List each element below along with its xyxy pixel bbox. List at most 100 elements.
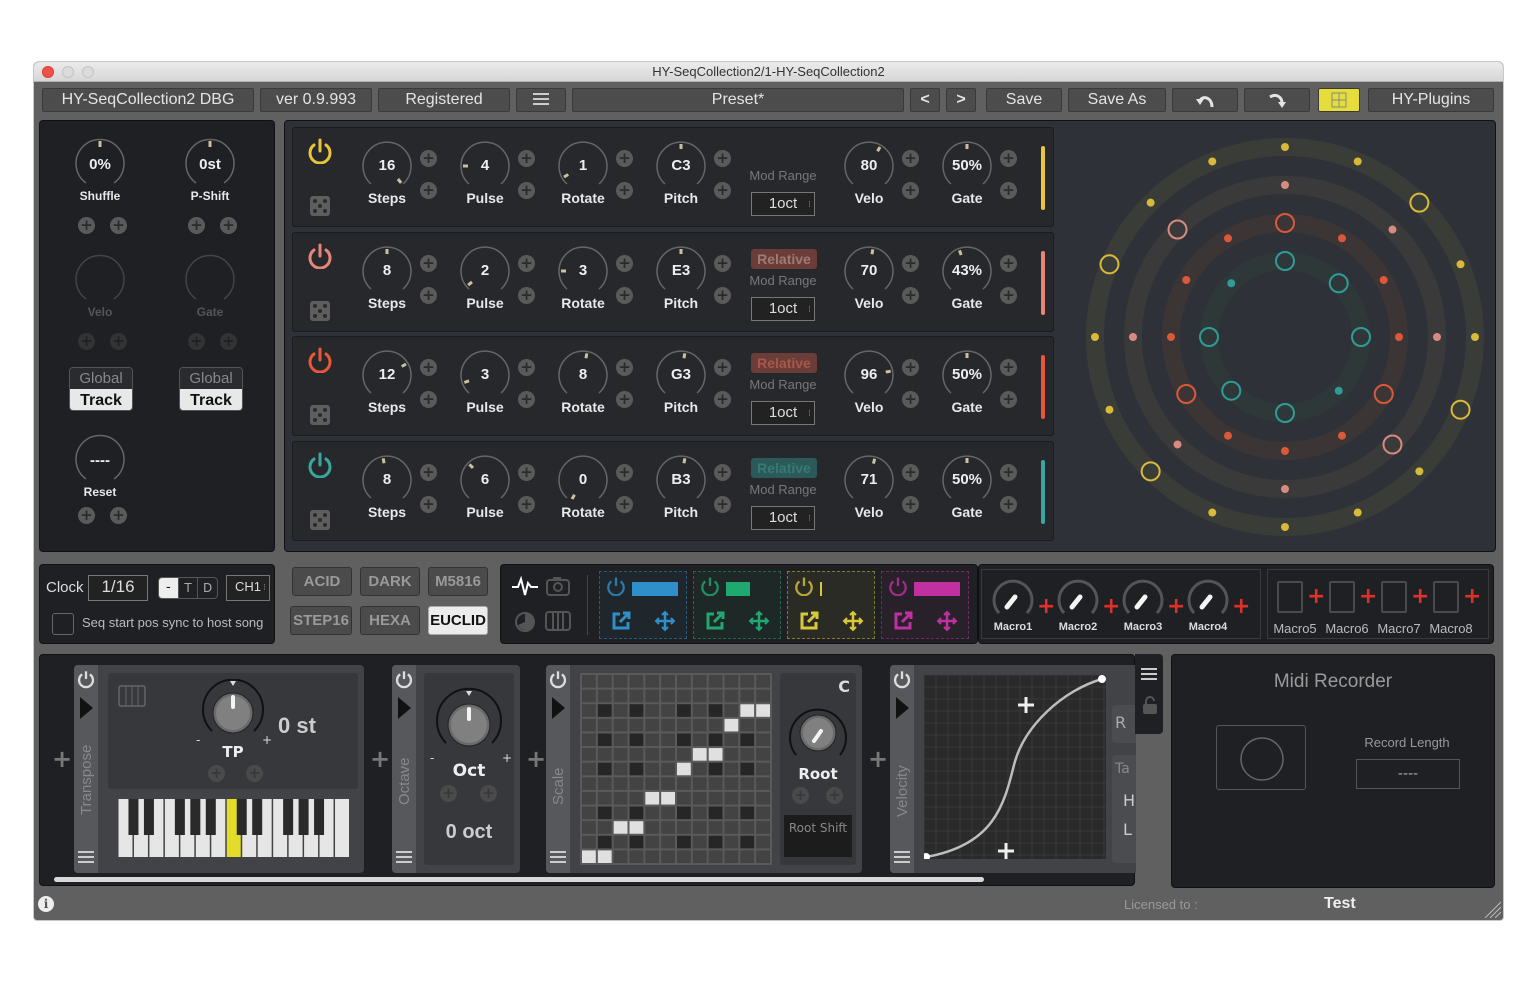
scale-cell[interactable] <box>677 718 691 732</box>
scale-cell[interactable] <box>740 791 755 805</box>
scale-cell[interactable] <box>645 718 660 732</box>
scale-cell-active[interactable] <box>692 748 707 761</box>
power-icon[interactable] <box>394 669 414 689</box>
scale-cell[interactable] <box>677 835 691 849</box>
reset-knob[interactable]: ---- Reset <box>70 433 130 499</box>
gate-scope-toggle[interactable]: Global Track <box>179 367 243 411</box>
scale-cell[interactable] <box>582 791 596 805</box>
scale-cell[interactable] <box>708 777 723 790</box>
preset-acid-button[interactable]: ACID <box>292 567 352 596</box>
scale-cell[interactable] <box>677 689 691 703</box>
scale-cell[interactable] <box>756 850 770 863</box>
scale-cell[interactable] <box>661 748 675 761</box>
add-mod-button[interactable]: + <box>902 286 919 304</box>
power-icon[interactable] <box>548 669 568 689</box>
scale-cell[interactable] <box>613 806 628 820</box>
scale-cell[interactable] <box>740 689 755 703</box>
scale-cell[interactable] <box>629 704 644 717</box>
scale-cell[interactable] <box>740 821 755 834</box>
piano-black-key[interactable] <box>205 799 216 835</box>
midi-channel-select[interactable]: CH1 ⁝ <box>226 575 270 601</box>
scale-cell[interactable] <box>740 718 755 732</box>
scale-cell-active[interactable] <box>629 821 644 834</box>
scale-cell[interactable] <box>661 821 675 834</box>
scale-cell[interactable] <box>740 733 755 747</box>
scale-cell[interactable] <box>629 850 644 863</box>
scale-cell[interactable] <box>597 704 612 717</box>
piano-black-key[interactable] <box>252 799 263 835</box>
move-icon[interactable] <box>842 610 864 632</box>
add-mod-button[interactable]: + <box>420 391 437 408</box>
scale-cell[interactable] <box>613 791 628 805</box>
pulse-knob[interactable]: 6 Pulse <box>455 452 515 520</box>
insert-module-button[interactable]: + <box>868 745 888 773</box>
macro-add-mapping-button[interactable]: + <box>1307 586 1325 608</box>
piano-black-key[interactable] <box>128 799 139 835</box>
mod-range-select[interactable]: 1oct ⁝ <box>751 505 815 530</box>
add-mod-button[interactable]: + <box>208 765 225 782</box>
add-mod-button[interactable]: + <box>714 495 731 513</box>
rotate-knob[interactable]: 3 Rotate <box>553 243 613 311</box>
scale-cell[interactable] <box>692 806 707 820</box>
scale-cell[interactable] <box>756 689 770 703</box>
add-mod-button[interactable]: + <box>1000 495 1017 513</box>
scale-cell[interactable] <box>629 675 644 688</box>
add-mod-button[interactable]: + <box>420 254 437 272</box>
play-icon[interactable] <box>552 697 565 719</box>
scale-cell[interactable] <box>692 821 707 834</box>
layout-toggle-button[interactable] <box>1318 88 1360 112</box>
scale-cell[interactable] <box>597 762 612 776</box>
add-mod-button[interactable]: + <box>420 463 437 481</box>
scale-cell[interactable] <box>582 718 596 732</box>
chain-menu-icon[interactable] <box>1141 668 1157 683</box>
play-icon[interactable] <box>80 697 93 719</box>
pulse-knob[interactable]: 2 Pulse <box>455 243 515 311</box>
scale-cell[interactable] <box>724 821 739 834</box>
scale-cell[interactable] <box>597 689 612 703</box>
add-mod-button[interactable]: + <box>1000 359 1017 376</box>
add-mod-button[interactable]: + <box>902 391 919 408</box>
scale-cell[interactable] <box>692 718 707 732</box>
redo-button[interactable] <box>1244 88 1310 112</box>
add-mod-button[interactable]: + <box>518 150 535 167</box>
scale-cell[interactable] <box>708 850 723 863</box>
preset-euclid-button[interactable]: EUCLID <box>428 606 488 635</box>
hy-plugins-button[interactable]: HY-Plugins <box>1368 88 1494 112</box>
track-power-icon[interactable] <box>307 138 333 164</box>
velo-knob[interactable]: 96 Velo <box>839 347 899 415</box>
prev-preset-button[interactable]: < <box>910 88 940 112</box>
macro-add-mapping-button[interactable]: + <box>1167 596 1185 618</box>
velocity-curve-editor[interactable] <box>924 675 1106 859</box>
scale-cell[interactable] <box>661 762 675 776</box>
scale-cell[interactable] <box>756 762 770 776</box>
scale-cell[interactable] <box>629 748 644 761</box>
scale-cell[interactable] <box>597 733 612 747</box>
scale-cell[interactable] <box>708 791 723 805</box>
rotate-knob[interactable]: 1 Rotate <box>553 138 613 206</box>
scale-cell[interactable] <box>645 777 660 790</box>
module-menu-icon[interactable] <box>550 851 566 866</box>
macro-slot[interactable] <box>1329 581 1355 613</box>
sync-checkbox[interactable] <box>52 613 74 635</box>
scale-cell[interactable] <box>645 762 660 776</box>
rotate-knob[interactable]: 8 Rotate <box>553 347 613 415</box>
scale-cell[interactable] <box>645 689 660 703</box>
scale-cell[interactable] <box>582 806 596 820</box>
move-icon[interactable] <box>936 610 958 632</box>
scale-cell[interactable] <box>692 675 707 688</box>
add-mod-button[interactable]: + <box>420 150 437 167</box>
scale-cell[interactable] <box>724 675 739 688</box>
root-shift-button[interactable]: Root Shift <box>784 815 852 857</box>
add-mod-button[interactable]: + <box>792 787 809 804</box>
add-mod-button[interactable]: + <box>616 286 633 304</box>
mod-range-select[interactable]: 1oct ⁝ <box>751 192 815 216</box>
add-mod-button[interactable]: + <box>826 787 843 804</box>
velo-knob[interactable]: 70 Velo <box>839 243 899 311</box>
add-mod-button[interactable]: + <box>110 507 127 524</box>
scale-cell[interactable] <box>661 850 675 863</box>
add-mod-button[interactable]: + <box>246 765 263 782</box>
velo-scope-toggle[interactable]: Global Track <box>69 367 133 411</box>
scale-cell[interactable] <box>708 689 723 703</box>
scale-cell[interactable] <box>582 821 596 834</box>
gate-knob[interactable]: 50% Gate <box>937 347 997 415</box>
